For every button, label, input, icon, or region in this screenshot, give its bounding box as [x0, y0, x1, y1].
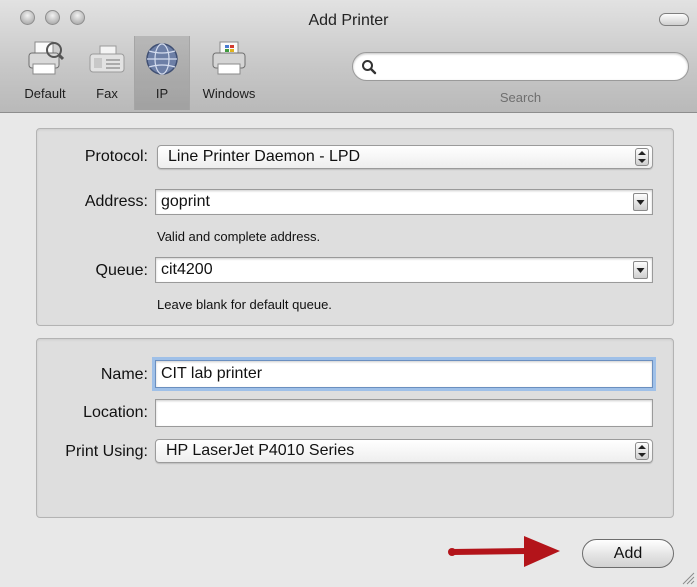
- address-input[interactable]: [161, 193, 608, 211]
- toolbar-default-button[interactable]: Default: [14, 40, 76, 110]
- toolbar-windows-label: Windows: [202, 86, 256, 101]
- search-caption: Search: [499, 90, 542, 105]
- print-using-label: Print Using:: [65, 443, 148, 460]
- toolbar-ip-button[interactable]: IP: [134, 36, 190, 110]
- protocol-value: Line Printer Daemon - LPD: [168, 148, 361, 165]
- name-label: Name:: [100, 366, 148, 383]
- address-hint: Valid and complete address.: [157, 229, 321, 244]
- queue-combo[interactable]: [155, 257, 653, 283]
- chevron-down-icon[interactable]: [633, 261, 648, 279]
- toolbar-windows-button[interactable]: Windows: [192, 40, 266, 110]
- updown-arrows-icon: [635, 442, 649, 460]
- queue-input[interactable]: [161, 261, 608, 279]
- add-button[interactable]: Add: [582, 539, 674, 568]
- toolbar-toggle-button[interactable]: [659, 13, 689, 26]
- queue-label: Queue:: [95, 262, 148, 279]
- name-input[interactable]: [161, 365, 633, 383]
- resize-grip-icon[interactable]: [681, 571, 695, 585]
- red-arrow-annotation: [448, 536, 560, 567]
- search-icon: [362, 60, 377, 75]
- chevron-down-icon[interactable]: [633, 193, 648, 211]
- address-label: Address:: [84, 193, 148, 210]
- location-label: Location:: [83, 404, 148, 421]
- location-input[interactable]: [161, 404, 633, 422]
- fax-icon: [89, 45, 125, 73]
- printer-icon: [28, 41, 64, 75]
- add-printer-window: Add Printer Default Fax IP Windows Searc…: [0, 0, 697, 587]
- protocol-label: Protocol:: [84, 148, 148, 165]
- location-field[interactable]: [155, 399, 653, 427]
- search-field[interactable]: [352, 52, 689, 81]
- toolbar-ip-label: IP: [155, 86, 169, 101]
- windows-printer-icon: [212, 41, 246, 75]
- updown-arrows-icon: [635, 148, 649, 166]
- toolbar-fax-button[interactable]: Fax: [80, 40, 134, 110]
- address-combo[interactable]: [155, 189, 653, 215]
- toolbar-fax-label: Fax: [96, 86, 118, 101]
- print-using-value: HP LaserJet P4010 Series: [166, 442, 355, 459]
- toolbar-default-label: Default: [24, 86, 66, 101]
- title-toolbar-bar: Add Printer Default Fax IP Windows Searc…: [0, 0, 697, 113]
- queue-hint: Leave blank for default queue.: [157, 297, 332, 312]
- window-title: Add Printer: [308, 12, 389, 29]
- print-using-popup[interactable]: HP LaserJet P4010 Series: [155, 439, 653, 463]
- name-field[interactable]: [152, 357, 656, 391]
- search-input[interactable]: [381, 57, 680, 78]
- protocol-popup[interactable]: Line Printer Daemon - LPD: [157, 145, 653, 169]
- globe-icon: [146, 43, 178, 75]
